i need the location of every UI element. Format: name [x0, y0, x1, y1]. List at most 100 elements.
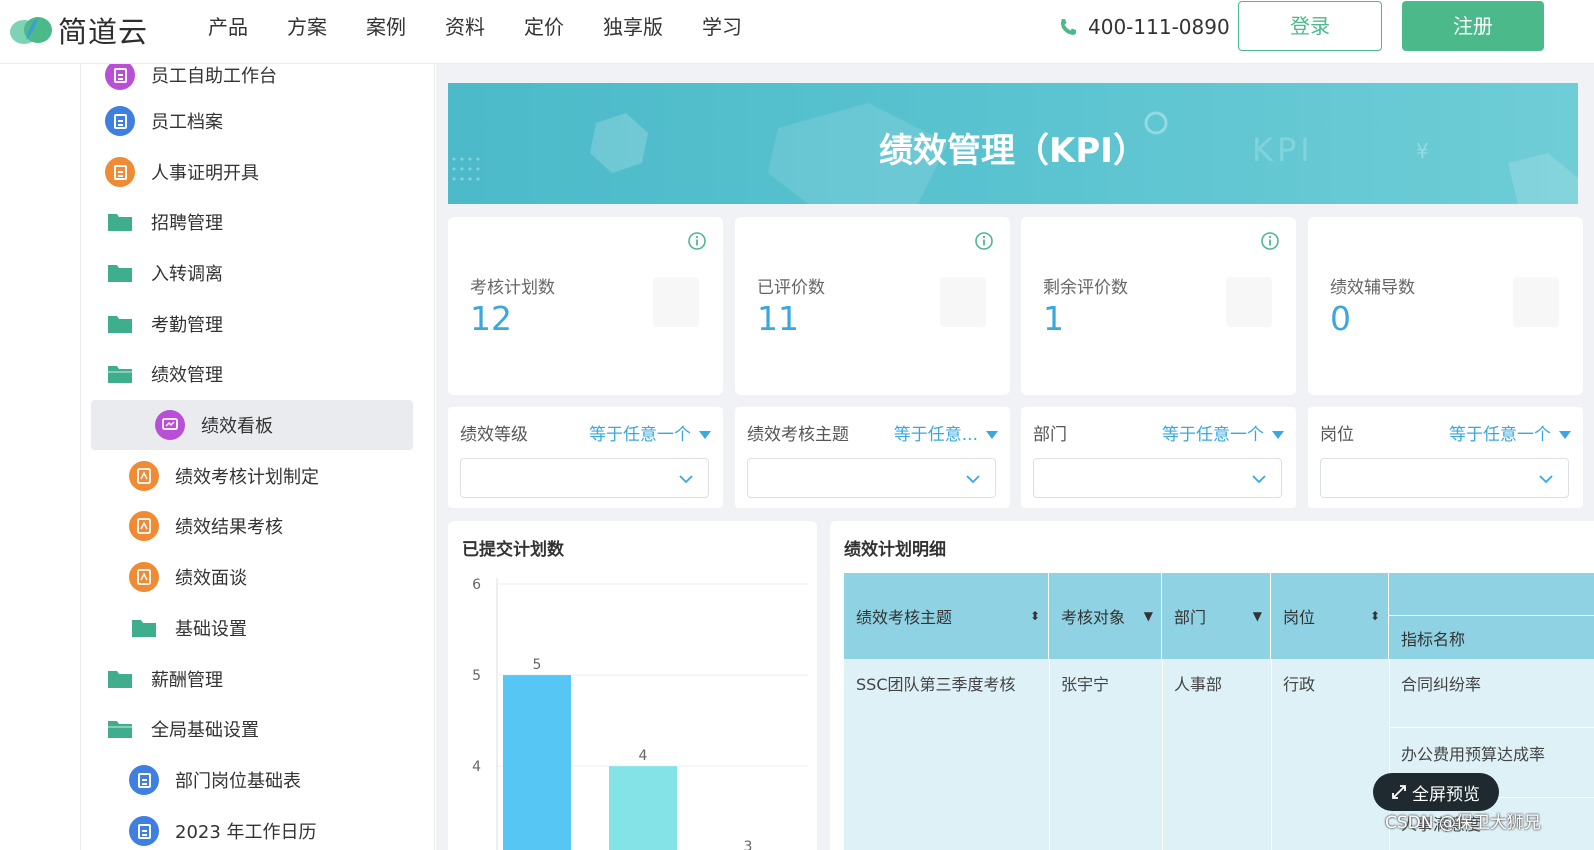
kpi-label: 绩效辅导数 — [1330, 278, 1415, 298]
main-nav: 产品 方案 案例 资料 定价 独享版 学习 — [208, 12, 781, 42]
sidebar-item-label: 绩效面谈 — [175, 568, 247, 589]
sidebar-item-label: 考勤管理 — [151, 315, 223, 336]
sidebar-item[interactable]: 绩效管理 — [81, 349, 434, 399]
chevron-down-icon — [1539, 475, 1553, 484]
filter-caret-icon[interactable]: ▼ — [1144, 609, 1153, 623]
header-post[interactable]: 岗位 ⬍ — [1271, 573, 1389, 659]
brand-logo[interactable]: 简道云 — [8, 8, 148, 52]
filter-operator-dropdown[interactable]: 等于任意一个 — [589, 420, 711, 445]
nav-item-cases[interactable]: 案例 — [366, 12, 406, 42]
expand-icon — [1392, 785, 1406, 799]
filter-caret-icon[interactable]: ▼ — [1253, 609, 1262, 623]
filter-operator-dropdown[interactable]: 等于任意一个 — [1162, 420, 1284, 445]
cloud-logo-icon — [10, 17, 52, 44]
filter-value-select[interactable] — [1320, 458, 1569, 498]
chevron-down-icon — [1252, 475, 1266, 484]
info-icon[interactable] — [687, 231, 707, 251]
sidebar-item[interactable]: 考勤管理 — [81, 299, 434, 349]
filter-operator-label: 等于任意一个 — [1162, 425, 1264, 445]
y-tick-label: 4 — [472, 759, 481, 775]
sort-icon[interactable]: ⬍ — [1030, 609, 1040, 623]
kpi-watermark-icon — [1513, 277, 1559, 327]
sidebar-item[interactable]: 员工自助工作台 — [81, 64, 434, 100]
info-icon[interactable] — [974, 231, 994, 251]
kpi-value: 1 — [1043, 299, 1064, 338]
filter-value-select[interactable] — [1033, 458, 1282, 498]
indicator-divider — [1389, 727, 1594, 728]
form-icon — [105, 64, 135, 90]
sidebar-item[interactable]: 2023 年工作日历 — [81, 806, 434, 850]
header-indicator-label: 指标名称 — [1401, 629, 1466, 649]
sidebar-item[interactable]: 绩效看板 — [91, 400, 413, 450]
table-title: 绩效计划明细 — [844, 540, 946, 560]
dashboard-main: KPI ¥ 绩效管理（KPI） 考核计划数 12 已评价数 11 剩余评价数 1 绩效辅导数… — [436, 64, 1594, 850]
app-sidebar: 员工自助工作台员工档案 人事证明开具招聘管理入转调离考勤管理绩效管理 绩效看板绩效考… — [80, 64, 435, 850]
phone-contact[interactable]: 400-111-0890 — [1058, 12, 1230, 42]
sidebar-item[interactable]: 绩效面谈 — [81, 552, 434, 602]
y-tick-label: 5 — [472, 668, 481, 684]
dashboard-title: 绩效管理（KPI） — [879, 131, 1147, 171]
kpi-card: 考核计划数 12 — [448, 217, 723, 395]
login-button[interactable]: 登录 — [1238, 1, 1382, 51]
nav-item-pricing[interactable]: 定价 — [524, 12, 564, 42]
sidebar-item[interactable]: 部门岗位基础表 — [81, 755, 434, 805]
filter-operator-dropdown[interactable]: 等于任意... — [894, 420, 998, 445]
column-divider — [1271, 659, 1272, 850]
nav-item-exclusive[interactable]: 独享版 — [603, 12, 663, 42]
nav-item-solution[interactable]: 方案 — [287, 12, 327, 42]
header-topic[interactable]: 绩效考核主题 ⬍ — [844, 573, 1049, 659]
bar-value-label: 4 — [639, 748, 648, 764]
sidebar-item-label: 部门岗位基础表 — [175, 771, 301, 792]
top-navbar: 简道云 产品 方案 案例 资料 定价 独享版 学习 400-111-0890 登… — [0, 0, 1594, 64]
folder-icon — [105, 664, 135, 694]
submitted-plans-chart-card: 已提交计划数 3456543 — [448, 521, 817, 850]
sidebar-item-label: 绩效考核计划制定 — [175, 467, 319, 488]
header-dept[interactable]: 部门 ▼ — [1162, 573, 1271, 659]
folder-open-icon — [105, 714, 135, 744]
column-divider — [1049, 659, 1050, 850]
filter-value-select[interactable] — [460, 458, 709, 498]
sidebar-item[interactable]: 薪酬管理 — [81, 654, 434, 704]
kpi-card: 绩效辅导数 0 — [1308, 217, 1583, 395]
sidebar-item[interactable]: 绩效结果考核 — [81, 501, 434, 551]
sidebar-item-label: 员工自助工作台 — [151, 66, 277, 87]
sidebar-item[interactable]: 招聘管理 — [81, 197, 434, 247]
kpi-value: 0 — [1330, 299, 1351, 338]
filter-card: 岗位 等于任意一个 — [1308, 407, 1583, 508]
caret-down-icon — [1272, 431, 1284, 439]
sidebar-item[interactable]: 人事证明开具 — [81, 147, 434, 197]
dashboard-banner: KPI ¥ 绩效管理（KPI） — [448, 83, 1578, 204]
nav-item-learn[interactable]: 学习 — [702, 12, 742, 42]
form-icon — [129, 765, 159, 795]
header-indicator[interactable]: 指标名称 — [1389, 616, 1594, 659]
filter-field-name: 部门 — [1033, 425, 1067, 445]
filter-value-select[interactable] — [747, 458, 996, 498]
folder-icon — [129, 613, 159, 643]
sidebar-item-label: 薪酬管理 — [151, 670, 223, 691]
phone-icon — [1061, 19, 1076, 35]
sidebar-item-label: 绩效结果考核 — [175, 517, 283, 538]
sort-icon[interactable]: ⬍ — [1370, 609, 1380, 623]
folder-open-icon — [105, 359, 135, 389]
bar — [503, 675, 571, 850]
nav-item-product[interactable]: 产品 — [208, 12, 248, 42]
kpi-card: 已评价数 11 — [735, 217, 1010, 395]
sidebar-item[interactable]: 入转调离 — [81, 248, 434, 298]
sidebar-item[interactable]: 全局基础设置 — [81, 704, 434, 754]
caret-down-icon — [1559, 431, 1571, 439]
caret-down-icon — [986, 431, 998, 439]
register-button[interactable]: 注册 — [1402, 1, 1544, 51]
sidebar-item-label: 招聘管理 — [151, 213, 223, 234]
filter-operator-dropdown[interactable]: 等于任意一个 — [1449, 420, 1571, 445]
cell-indicator: 合同纠纷率 — [1401, 675, 1482, 694]
nav-item-resources[interactable]: 资料 — [445, 12, 485, 42]
sidebar-item[interactable]: 基础设置 — [81, 603, 434, 653]
kpi-card: 剩余评价数 1 — [1021, 217, 1296, 395]
fullscreen-preview-button[interactable]: 全屏预览 — [1373, 773, 1499, 811]
sidebar-item[interactable]: 绩效考核计划制定 — [81, 451, 434, 501]
cell-dept: 人事部 — [1174, 675, 1223, 694]
header-person[interactable]: 考核对象 ▼ — [1049, 573, 1162, 659]
sidebar-item[interactable]: 员工档案 — [81, 96, 434, 146]
kpi-watermark-icon — [1226, 277, 1272, 327]
info-icon[interactable] — [1260, 231, 1280, 251]
